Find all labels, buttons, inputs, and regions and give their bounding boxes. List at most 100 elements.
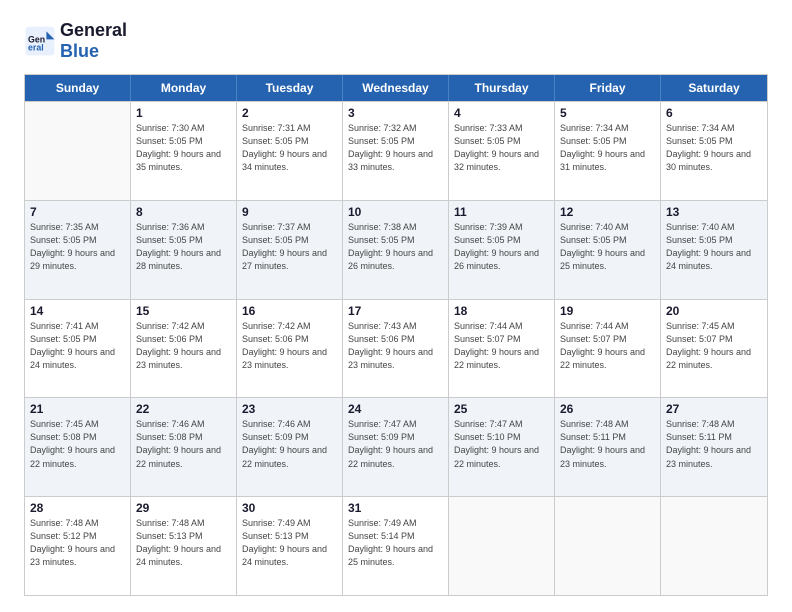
day-info: Sunrise: 7:35 AMSunset: 5:05 PMDaylight:… bbox=[30, 221, 125, 273]
day-number: 2 bbox=[242, 106, 337, 120]
logo-text-blue: Blue bbox=[60, 41, 99, 61]
calendar-header-wednesday: Wednesday bbox=[343, 75, 449, 101]
logo-text-general: General bbox=[60, 20, 127, 40]
day-number: 10 bbox=[348, 205, 443, 219]
day-info: Sunrise: 7:46 AMSunset: 5:09 PMDaylight:… bbox=[242, 418, 337, 470]
day-info: Sunrise: 7:48 AMSunset: 5:12 PMDaylight:… bbox=[30, 517, 125, 569]
calendar-header-tuesday: Tuesday bbox=[237, 75, 343, 101]
calendar-cell-20: 20 Sunrise: 7:45 AMSunset: 5:07 PMDayligh… bbox=[661, 300, 767, 398]
day-number: 1 bbox=[136, 106, 231, 120]
day-info: Sunrise: 7:31 AMSunset: 5:05 PMDaylight:… bbox=[242, 122, 337, 174]
day-info: Sunrise: 7:39 AMSunset: 5:05 PMDaylight:… bbox=[454, 221, 549, 273]
day-number: 28 bbox=[30, 501, 125, 515]
calendar-cell-1: 1 Sunrise: 7:30 AMSunset: 5:05 PMDaylight… bbox=[131, 102, 237, 200]
calendar-week-0: 1 Sunrise: 7:30 AMSunset: 5:05 PMDaylight… bbox=[25, 101, 767, 200]
calendar-cell-22: 22 Sunrise: 7:46 AMSunset: 5:08 PMDayligh… bbox=[131, 398, 237, 496]
calendar-body: 1 Sunrise: 7:30 AMSunset: 5:05 PMDaylight… bbox=[25, 101, 767, 595]
day-number: 31 bbox=[348, 501, 443, 515]
day-info: Sunrise: 7:32 AMSunset: 5:05 PMDaylight:… bbox=[348, 122, 443, 174]
calendar-cell-empty-4-6 bbox=[661, 497, 767, 595]
calendar-cell-17: 17 Sunrise: 7:43 AMSunset: 5:06 PMDayligh… bbox=[343, 300, 449, 398]
calendar-cell-23: 23 Sunrise: 7:46 AMSunset: 5:09 PMDayligh… bbox=[237, 398, 343, 496]
calendar-cell-12: 12 Sunrise: 7:40 AMSunset: 5:05 PMDayligh… bbox=[555, 201, 661, 299]
header: Gen eral General Blue bbox=[24, 20, 768, 62]
day-number: 25 bbox=[454, 402, 549, 416]
calendar-week-2: 14Sunrise: 7:41 AMSunset: 5:05 PMDayligh… bbox=[25, 299, 767, 398]
day-info: Sunrise: 7:40 AMSunset: 5:05 PMDaylight:… bbox=[560, 221, 655, 273]
day-number: 18 bbox=[454, 304, 549, 318]
day-number: 26 bbox=[560, 402, 655, 416]
calendar-cell-31: 31 Sunrise: 7:49 AMSunset: 5:14 PMDayligh… bbox=[343, 497, 449, 595]
calendar-cell-7: 7 Sunrise: 7:35 AMSunset: 5:05 PMDaylight… bbox=[25, 201, 131, 299]
day-number: 19 bbox=[560, 304, 655, 318]
calendar-header-sunday: Sunday bbox=[25, 75, 131, 101]
day-info: Sunrise: 7:42 AMSunset: 5:06 PMDaylight:… bbox=[242, 320, 337, 372]
day-info: Sunrise: 7:44 AMSunset: 5:07 PMDaylight:… bbox=[454, 320, 549, 372]
calendar-cell-empty-4-5 bbox=[555, 497, 661, 595]
calendar-cell-28: 28 Sunrise: 7:48 AMSunset: 5:12 PMDayligh… bbox=[25, 497, 131, 595]
calendar-cell-10: 10 Sunrise: 7:38 AMSunset: 5:05 PMDayligh… bbox=[343, 201, 449, 299]
day-info: Sunrise: 7:45 AMSunset: 5:07 PMDaylight:… bbox=[666, 320, 762, 372]
logo: Gen eral General Blue bbox=[24, 20, 127, 62]
calendar-cell-29: 29Sunrise: 7:48 AMSunset: 5:13 PMDayligh… bbox=[131, 497, 237, 595]
calendar-cell-13: 13 Sunrise: 7:40 AMSunset: 5:05 PMDayligh… bbox=[661, 201, 767, 299]
day-info: Sunrise: 7:49 AMSunset: 5:13 PMDaylight:… bbox=[242, 517, 337, 569]
day-number: 21 bbox=[30, 402, 125, 416]
day-info: Sunrise: 7:49 AMSunset: 5:14 PMDaylight:… bbox=[348, 517, 443, 569]
day-number: 9 bbox=[242, 205, 337, 219]
calendar-cell-4: 4 Sunrise: 7:33 AMSunset: 5:05 PMDaylight… bbox=[449, 102, 555, 200]
calendar-cell-3: 3Sunrise: 7:32 AMSunset: 5:05 PMDaylight… bbox=[343, 102, 449, 200]
day-number: 15 bbox=[136, 304, 231, 318]
calendar-cell-8: 8 Sunrise: 7:36 AMSunset: 5:05 PMDaylight… bbox=[131, 201, 237, 299]
day-info: Sunrise: 7:36 AMSunset: 5:05 PMDaylight:… bbox=[136, 221, 231, 273]
day-info: Sunrise: 7:38 AMSunset: 5:05 PMDaylight:… bbox=[348, 221, 443, 273]
day-info: Sunrise: 7:46 AMSunset: 5:08 PMDaylight:… bbox=[136, 418, 231, 470]
calendar-week-4: 28 Sunrise: 7:48 AMSunset: 5:12 PMDayligh… bbox=[25, 496, 767, 595]
day-number: 14 bbox=[30, 304, 125, 318]
page: Gen eral General Blue SundayMondayTuesda… bbox=[0, 0, 792, 612]
calendar-cell-11: 11 Sunrise: 7:39 AMSunset: 5:05 PMDayligh… bbox=[449, 201, 555, 299]
day-info: Sunrise: 7:40 AMSunset: 5:05 PMDaylight:… bbox=[666, 221, 762, 273]
day-info: Sunrise: 7:33 AMSunset: 5:05 PMDaylight:… bbox=[454, 122, 549, 174]
calendar-cell-25: 25Sunrise: 7:47 AMSunset: 5:10 PMDayligh… bbox=[449, 398, 555, 496]
day-info: Sunrise: 7:30 AMSunset: 5:05 PMDaylight:… bbox=[136, 122, 231, 174]
day-number: 12 bbox=[560, 205, 655, 219]
calendar: SundayMondayTuesdayWednesdayThursdayFrid… bbox=[24, 74, 768, 596]
day-number: 27 bbox=[666, 402, 762, 416]
day-number: 22 bbox=[136, 402, 231, 416]
day-number: 11 bbox=[454, 205, 549, 219]
day-info: Sunrise: 7:43 AMSunset: 5:06 PMDaylight:… bbox=[348, 320, 443, 372]
day-number: 8 bbox=[136, 205, 231, 219]
calendar-cell-9: 9 Sunrise: 7:37 AMSunset: 5:05 PMDaylight… bbox=[237, 201, 343, 299]
day-info: Sunrise: 7:47 AMSunset: 5:09 PMDaylight:… bbox=[348, 418, 443, 470]
calendar-week-1: 7 Sunrise: 7:35 AMSunset: 5:05 PMDaylight… bbox=[25, 200, 767, 299]
calendar-header-monday: Monday bbox=[131, 75, 237, 101]
calendar-cell-24: 24 Sunrise: 7:47 AMSunset: 5:09 PMDayligh… bbox=[343, 398, 449, 496]
day-number: 20 bbox=[666, 304, 762, 318]
day-number: 23 bbox=[242, 402, 337, 416]
calendar-cell-empty-4-4 bbox=[449, 497, 555, 595]
day-number: 29 bbox=[136, 501, 231, 515]
day-info: Sunrise: 7:48 AMSunset: 5:11 PMDaylight:… bbox=[560, 418, 655, 470]
day-number: 13 bbox=[666, 205, 762, 219]
calendar-cell-5: 5Sunrise: 7:34 AMSunset: 5:05 PMDaylight… bbox=[555, 102, 661, 200]
day-info: Sunrise: 7:37 AMSunset: 5:05 PMDaylight:… bbox=[242, 221, 337, 273]
day-number: 6 bbox=[666, 106, 762, 120]
calendar-header-thursday: Thursday bbox=[449, 75, 555, 101]
day-number: 4 bbox=[454, 106, 549, 120]
day-number: 30 bbox=[242, 501, 337, 515]
day-info: Sunrise: 7:45 AMSunset: 5:08 PMDaylight:… bbox=[30, 418, 125, 470]
calendar-cell-30: 30 Sunrise: 7:49 AMSunset: 5:13 PMDayligh… bbox=[237, 497, 343, 595]
calendar-cell-empty-0-0 bbox=[25, 102, 131, 200]
calendar-cell-21: 21 Sunrise: 7:45 AMSunset: 5:08 PMDayligh… bbox=[25, 398, 131, 496]
calendar-cell-6: 6Sunrise: 7:34 AMSunset: 5:05 PMDaylight… bbox=[661, 102, 767, 200]
calendar-header-saturday: Saturday bbox=[661, 75, 767, 101]
calendar-cell-26: 26 Sunrise: 7:48 AMSunset: 5:11 PMDayligh… bbox=[555, 398, 661, 496]
day-number: 7 bbox=[30, 205, 125, 219]
calendar-cell-19: 19Sunrise: 7:44 AMSunset: 5:07 PMDayligh… bbox=[555, 300, 661, 398]
calendar-cell-2: 2 Sunrise: 7:31 AMSunset: 5:05 PMDaylight… bbox=[237, 102, 343, 200]
day-number: 24 bbox=[348, 402, 443, 416]
day-number: 17 bbox=[348, 304, 443, 318]
calendar-cell-15: 15Sunrise: 7:42 AMSunset: 5:06 PMDayligh… bbox=[131, 300, 237, 398]
calendar-header: SundayMondayTuesdayWednesdayThursdayFrid… bbox=[25, 75, 767, 101]
